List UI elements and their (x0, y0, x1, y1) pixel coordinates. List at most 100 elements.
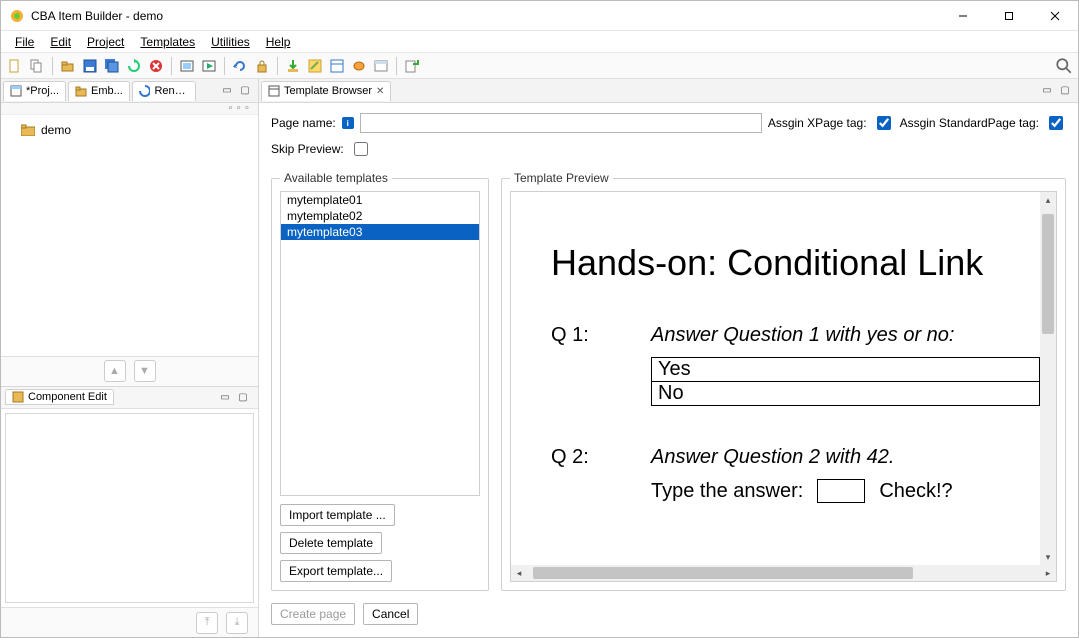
toolbar-sync-icon[interactable] (230, 56, 250, 76)
toolbar-lock-icon[interactable] (252, 56, 272, 76)
main-toolbar (1, 53, 1078, 79)
menu-project[interactable]: Project (79, 33, 132, 51)
available-templates-group: Available templates mytemplate01 mytempl… (271, 171, 489, 591)
q1-label: Q 1: (551, 324, 651, 347)
scroll-thumb-h[interactable] (533, 567, 913, 579)
template-browser-title: Template Browser (284, 85, 372, 97)
component-edit-title: Component Edit (28, 391, 107, 403)
maximize-view-icon[interactable]: ▢ (238, 84, 252, 98)
toolbar-save-icon[interactable] (80, 56, 100, 76)
scroll-thumb-v[interactable] (1042, 214, 1054, 334)
close-icon[interactable]: ✕ (376, 86, 384, 97)
toolbar-preview-icon[interactable] (177, 56, 197, 76)
scroll-left-icon[interactable]: ◂ (511, 565, 527, 581)
toolbar-saveall-icon[interactable] (102, 56, 122, 76)
q1-option-yes[interactable]: Yes (651, 357, 1040, 382)
delete-template-button[interactable]: Delete template (280, 532, 382, 554)
component-edit-footer: ⤒ ⤓ (1, 607, 258, 637)
check-button[interactable]: Check!? (879, 480, 952, 503)
q1-option-no[interactable]: No (651, 382, 1040, 406)
right-view-tabs: Template Browser ✕ ▭ ▢ (259, 79, 1078, 103)
nav-down-button[interactable]: ▼ (134, 360, 156, 382)
tab-render-view[interactable]: Rend... (132, 81, 196, 101)
app-icon (9, 8, 25, 24)
component-edit-header: Component Edit ▭ ▢ (1, 387, 258, 409)
template-option-2[interactable]: mytemplate03 (281, 224, 479, 240)
toolbar-layout-icon[interactable] (327, 56, 347, 76)
toolbar-new-icon[interactable] (5, 56, 25, 76)
toolbar-import-icon[interactable] (283, 56, 303, 76)
menu-templates[interactable]: Templates (132, 33, 203, 51)
info-icon[interactable]: i (342, 117, 354, 129)
scroll-right-icon[interactable]: ▸ (1040, 565, 1056, 581)
maximize-view-icon[interactable]: ▢ (236, 390, 250, 404)
tab-project-label: *Proj... (26, 85, 59, 97)
menu-help[interactable]: Help (258, 33, 299, 51)
preview-vertical-scrollbar[interactable]: ▴ ▾ (1040, 192, 1056, 565)
tree-item-demo[interactable]: demo (7, 121, 252, 139)
preview-horizontal-scrollbar[interactable]: ◂ ▸ (511, 565, 1056, 581)
nav-up-button[interactable]: ▲ (104, 360, 126, 382)
scroll-down-icon[interactable]: ▾ (1040, 549, 1056, 565)
tab-project-view[interactable]: *Proj... (3, 81, 66, 101)
toolbar-search-icon[interactable] (1054, 56, 1074, 76)
tree-item-label: demo (41, 123, 71, 137)
tab-embedded-view[interactable]: Emb... (68, 81, 130, 101)
export-template-button[interactable]: Export template... (280, 560, 392, 582)
window-icon (10, 85, 22, 97)
skip-preview-checkbox[interactable] (354, 142, 368, 156)
assign-xpage-checkbox[interactable] (877, 116, 891, 130)
toolbar-browser-icon[interactable] (371, 56, 391, 76)
maximize-view-icon[interactable]: ▢ (1058, 84, 1072, 98)
page-name-input[interactable] (360, 113, 762, 133)
minimize-view-icon[interactable]: ▭ (220, 84, 234, 98)
component-edit-body (5, 413, 254, 603)
toolbar-play-icon[interactable] (199, 56, 219, 76)
template-icon (268, 85, 280, 97)
import-template-button[interactable]: Import template ... (280, 504, 395, 526)
menu-utilities[interactable]: Utilities (203, 33, 258, 51)
toolbar-refresh-icon[interactable] (124, 56, 144, 76)
template-preview-legend: Template Preview (510, 171, 613, 185)
folder-icon (75, 85, 87, 97)
minimize-view-icon[interactable]: ▭ (218, 390, 232, 404)
tab-template-browser[interactable]: Template Browser ✕ (261, 81, 391, 101)
project-nav-footer: ▲ ▼ (1, 356, 258, 386)
menu-edit[interactable]: Edit (42, 33, 79, 51)
toolbar-open-icon[interactable] (58, 56, 78, 76)
type-answer-input[interactable] (817, 479, 865, 503)
template-option-0[interactable]: mytemplate01 (281, 192, 479, 208)
template-list[interactable]: mytemplate01 mytemplate02 mytemplate03 (280, 191, 480, 496)
scroll-up-icon[interactable]: ▴ (1040, 192, 1056, 208)
tab-embedded-label: Emb... (91, 85, 123, 97)
toolbar-copy-icon[interactable] (27, 56, 47, 76)
skip-preview-label: Skip Preview: (271, 142, 344, 156)
window-close-button[interactable] (1032, 1, 1078, 31)
window-title: CBA Item Builder - demo (31, 9, 940, 23)
panel-grip[interactable]: ∘∘∘ (1, 103, 258, 115)
menu-file[interactable]: File (7, 33, 42, 51)
window-minimize-button[interactable] (940, 1, 986, 31)
project-tree: demo (1, 115, 258, 356)
tab-component-edit[interactable]: Component Edit (5, 389, 114, 405)
refresh-icon (139, 85, 151, 97)
preview-heading: Hands-on: Conditional Link (551, 242, 1040, 284)
toolbar-circle-icon[interactable] (349, 56, 369, 76)
minimize-view-icon[interactable]: ▭ (1040, 84, 1054, 98)
folder-icon (21, 124, 35, 136)
window-maximize-button[interactable] (986, 1, 1032, 31)
tab-render-label: Rend... (154, 85, 188, 97)
comp-up-button[interactable]: ⤒ (196, 612, 218, 634)
template-option-1[interactable]: mytemplate02 (281, 208, 479, 224)
create-page-button[interactable]: Create page (271, 603, 355, 625)
preview-content: Hands-on: Conditional Link Q 1: Answer Q… (511, 192, 1040, 565)
assign-standard-checkbox[interactable] (1049, 116, 1063, 130)
toolbar-stop-icon[interactable] (146, 56, 166, 76)
q2-text: Answer Question 2 with 42. (651, 446, 894, 469)
comp-down-button[interactable]: ⤓ (226, 612, 248, 634)
assign-xpage-label: Assgin XPage tag: (768, 116, 867, 130)
cancel-button[interactable]: Cancel (363, 603, 418, 625)
toolbar-export-icon[interactable] (402, 56, 422, 76)
menubar: File Edit Project Templates Utilities He… (1, 31, 1078, 53)
toolbar-edit-icon[interactable] (305, 56, 325, 76)
